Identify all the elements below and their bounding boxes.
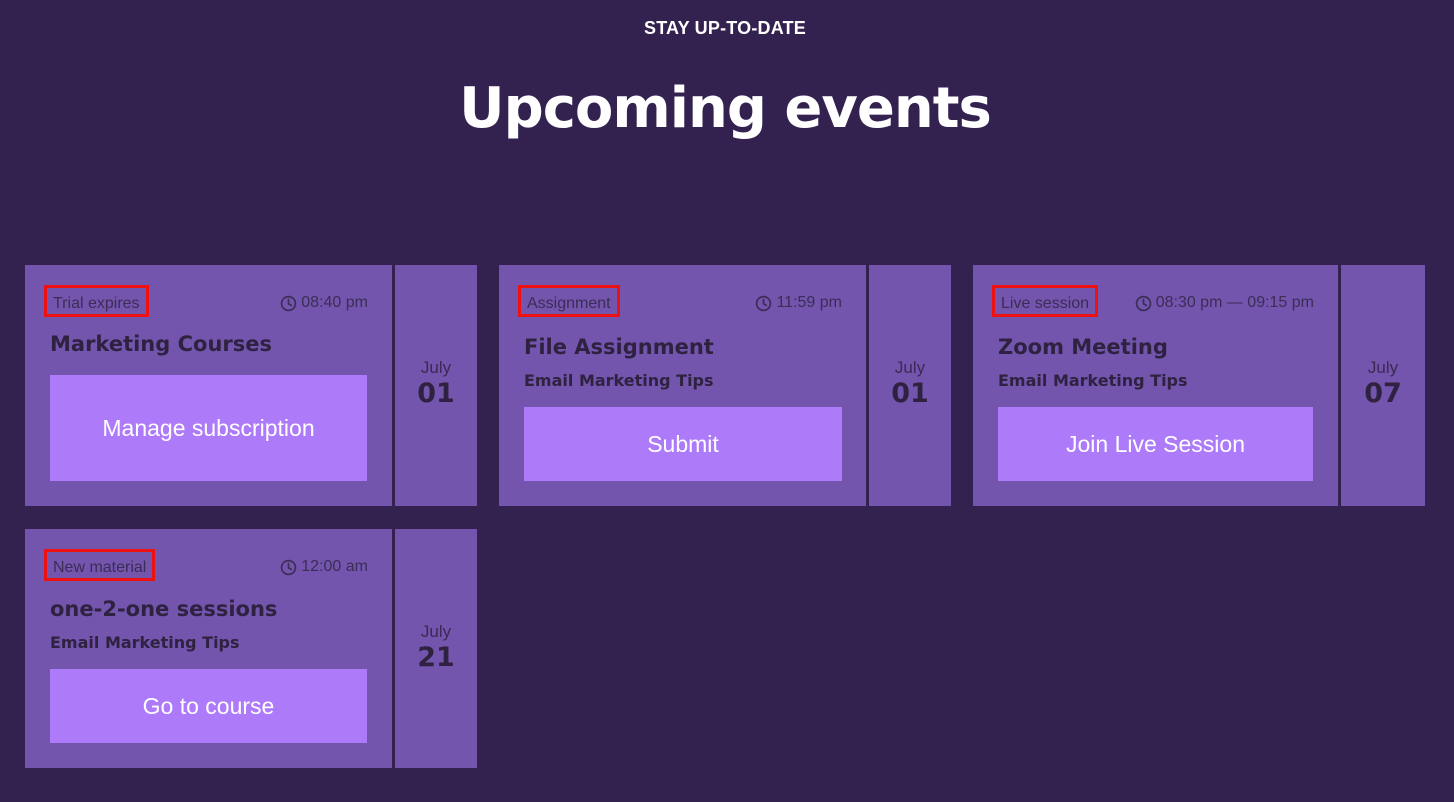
event-time: 08:40 pm [280,294,368,312]
eyebrow-label: STAY UP-TO-DATE [643,18,807,38]
go-to-course-button[interactable]: Go to course [50,669,367,743]
event-title: Marketing Courses [50,332,272,356]
event-course-name: Email Marketing Tips [998,371,1188,390]
event-title: File Assignment [524,335,714,359]
clock-icon [281,559,297,575]
event-time: 12:00 am [280,558,368,576]
event-course-name: Email Marketing Tips [50,633,240,652]
event-day: 07 [1364,378,1402,409]
event-card: Live session 08:30 pm — 09:15 pm Zoom Me… [973,265,1425,506]
event-month: July [894,358,926,377]
submit-button[interactable]: Submit [524,407,842,481]
join-live-session-button[interactable]: Join Live Session [998,407,1313,481]
event-type-tag: New material [44,549,156,581]
event-time-text: 12:00 am [301,558,368,575]
event-time: 08:30 pm — 09:15 pm [1135,294,1314,312]
event-time-text: 08:30 pm — 09:15 pm [1155,294,1314,311]
event-date: July 07 [1341,265,1425,506]
event-day: 21 [417,642,455,673]
event-card: New material 12:00 am one-2-one sessions… [25,529,477,768]
event-card-body: Trial expires 08:40 pm Marketing Courses… [25,265,392,506]
clock-icon [756,295,772,311]
event-date: July 01 [869,265,951,506]
event-day: 01 [417,378,455,409]
event-card: Trial expires 08:40 pm Marketing Courses… [25,265,477,506]
event-month: July [420,622,452,641]
event-time: 11:59 pm [755,294,842,312]
event-card-body: Live session 08:30 pm — 09:15 pm Zoom Me… [973,265,1338,506]
event-title: Zoom Meeting [998,335,1168,359]
event-type-tag: Live session [992,285,1099,317]
event-course-name: Email Marketing Tips [524,371,714,390]
event-month: July [420,358,452,377]
event-card-body: New material 12:00 am one-2-one sessions… [25,529,392,768]
event-time-text: 11:59 pm [776,294,842,311]
event-type-tag: Assignment [518,285,620,317]
clock-icon [1135,295,1151,311]
event-type-tag: Trial expires [44,285,149,317]
event-date: July 01 [395,265,477,506]
event-month: July [1367,358,1399,377]
manage-subscription-button[interactable]: Manage subscription [50,375,367,481]
event-time-text: 08:40 pm [301,294,368,311]
event-card: Assignment 11:59 pm File Assignment Emai… [499,265,951,506]
event-card-body: Assignment 11:59 pm File Assignment Emai… [499,265,866,506]
clock-icon [281,295,297,311]
event-date: July 21 [395,529,477,768]
page-title: Upcoming events [459,76,992,141]
event-day: 01 [891,378,929,409]
event-title: one-2-one sessions [50,597,278,621]
